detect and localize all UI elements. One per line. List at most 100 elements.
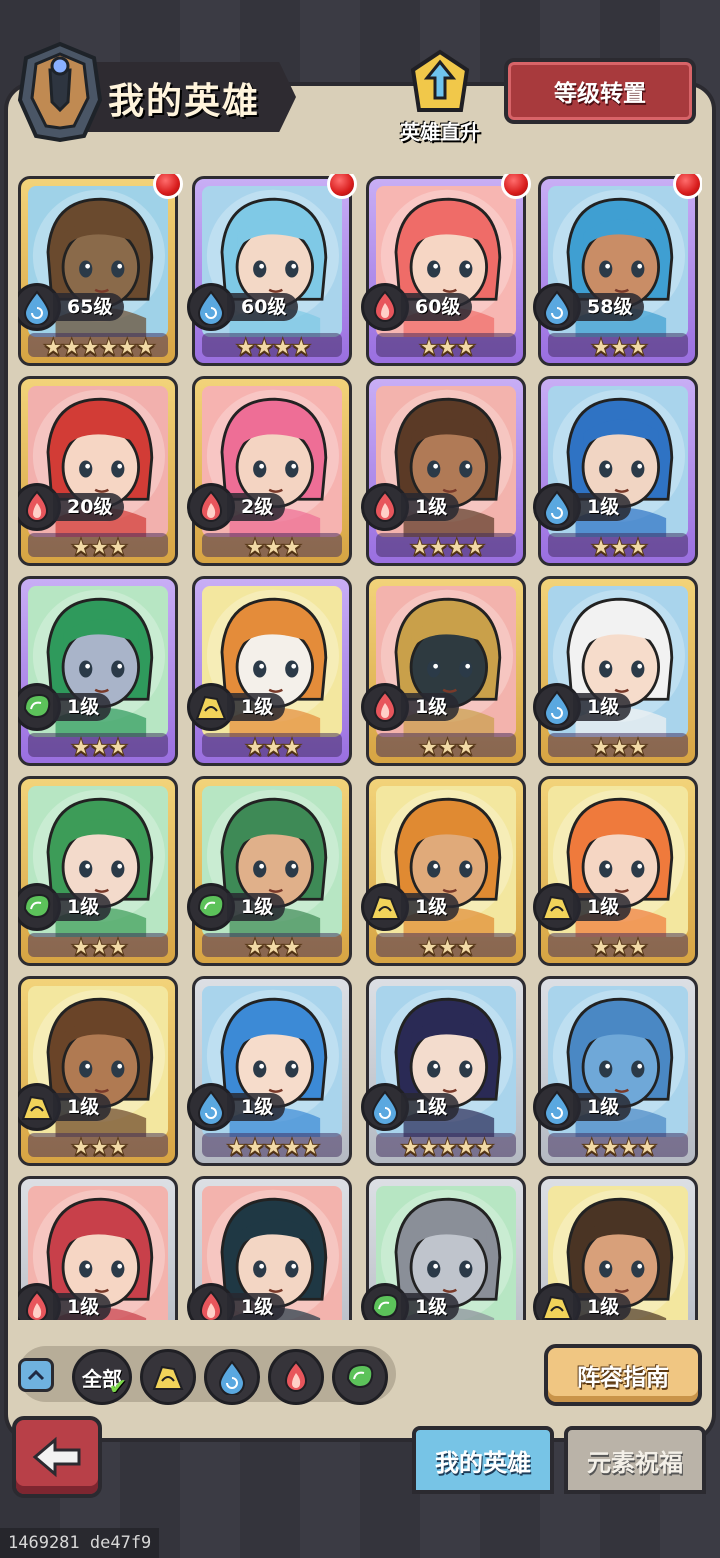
hero-stars: ★★★ — [244, 533, 304, 562]
hero-stars: ★★★ — [590, 533, 650, 562]
hero-stars: ★★★ — [70, 933, 130, 962]
hero-level: 1级 — [227, 693, 286, 721]
hero-level: 1级 — [227, 1093, 286, 1121]
earth-element-icon — [195, 695, 227, 720]
hero-stars: ★★★★ — [580, 1133, 658, 1162]
filter-earth-button[interactable] — [140, 1349, 196, 1405]
notification-dot — [327, 174, 357, 199]
water-element-icon — [197, 1090, 225, 1125]
hero-card[interactable]: 1级 ★★★★ — [533, 976, 698, 1166]
hero-card[interactable]: 1级 ★★★ — [533, 376, 698, 566]
water-element-icon — [23, 290, 51, 325]
build-id-label: 1469281 de47f9 — [0, 1528, 160, 1558]
hero-card[interactable]: 2级 ★★★ — [187, 376, 352, 566]
hero-level: 1级 — [573, 693, 632, 721]
hero-stars: ★★★ — [590, 933, 650, 962]
hero-card[interactable]: 58级 ★★★ — [533, 174, 702, 366]
notification-dot — [153, 174, 183, 199]
hero-card[interactable]: 1级 ★★★ — [533, 576, 698, 766]
water-element-icon — [371, 1090, 399, 1125]
nature-element-icon — [197, 893, 225, 919]
hero-grid: 65级 ★★★★★★ 60级 ★★★★ 60级 ★★★ 58级 ★★★ 20级 … — [18, 174, 702, 1320]
lineup-guide-button[interactable]: 阵容指南 — [544, 1344, 702, 1406]
earth-element-icon — [541, 895, 573, 920]
water-element-icon — [218, 1360, 246, 1395]
hero-level: 1级 — [53, 893, 112, 921]
fire-element-icon — [25, 490, 49, 522]
hero-card[interactable]: 1级 ★★★ — [18, 776, 178, 966]
helmet-icon — [17, 41, 103, 143]
hero-card[interactable]: 1级 — [533, 1176, 698, 1320]
hero-level: 1级 — [401, 693, 460, 721]
hero-stars: ★★★★★★ — [42, 333, 157, 362]
hero-level: 1级 — [53, 1093, 112, 1121]
water-element-icon — [543, 690, 571, 725]
hero-stars: ★★★ — [244, 733, 304, 762]
hero-card[interactable]: 1级 ★★★ — [533, 776, 698, 966]
filter-all-button[interactable]: 全部 ✔ — [72, 1349, 132, 1405]
hero-card[interactable]: 1级 — [187, 1176, 352, 1320]
back-button[interactable] — [12, 1416, 102, 1498]
hero-card[interactable]: 1级 ★★★ — [187, 576, 352, 766]
hero-direct-upgrade-button[interactable]: 英雄直升 — [392, 48, 488, 148]
hero-level: 2级 — [227, 493, 286, 521]
nature-element-icon — [23, 893, 51, 919]
hero-card[interactable]: 1级 ★★★★ — [361, 376, 526, 566]
hero-stars: ★★★★ — [234, 333, 312, 362]
hero-card[interactable]: 1级 ★★★ — [18, 976, 178, 1166]
nature-element-icon — [346, 1363, 374, 1389]
water-element-icon — [543, 290, 571, 325]
hero-level: 1级 — [401, 1093, 460, 1121]
filter-water-button[interactable] — [204, 1349, 260, 1405]
tab-element-blessing[interactable]: 元素祝福 — [564, 1426, 706, 1494]
hero-level: 20级 — [53, 493, 125, 521]
hero-card[interactable]: 65级 ★★★★★★ — [18, 174, 183, 366]
hero-level: 1级 — [227, 893, 286, 921]
fire-element-icon — [199, 490, 223, 522]
filter-fire-button[interactable] — [268, 1349, 324, 1405]
collapse-filter-button[interactable] — [18, 1358, 54, 1392]
hero-card[interactable]: 1级 — [361, 1176, 526, 1320]
notification-dot — [673, 174, 702, 199]
hero-card[interactable]: 1级 ★★★ — [187, 776, 352, 966]
level-reset-button[interactable]: 等级转置 — [504, 58, 696, 124]
hero-card[interactable]: 1级 ★★★ — [361, 576, 526, 766]
fire-element-icon — [199, 1290, 223, 1320]
direct-upgrade-label: 英雄直升 — [400, 120, 480, 144]
hero-level: 1级 — [573, 1293, 632, 1320]
earth-element-icon — [152, 1365, 184, 1390]
hero-stars: ★★★★★ — [399, 1133, 496, 1162]
hero-level: 60级 — [401, 293, 473, 321]
hero-level: 1级 — [401, 493, 460, 521]
hero-card[interactable]: 60级 ★★★★ — [187, 174, 357, 366]
hero-card[interactable]: 1级 ★★★ — [361, 776, 526, 966]
chevron-up-icon — [27, 1369, 45, 1381]
filter-nature-button[interactable] — [332, 1349, 388, 1405]
fire-element-icon — [284, 1360, 308, 1392]
hero-card[interactable]: 1级 ★★★ — [18, 576, 178, 766]
hero-level: 60级 — [227, 293, 299, 321]
hero-stars: ★★★ — [418, 333, 478, 362]
checkmark-icon: ✔ — [108, 1375, 127, 1400]
hero-card[interactable]: 60级 ★★★ — [361, 174, 531, 366]
hero-level: 58级 — [573, 293, 645, 321]
nature-element-icon — [371, 1293, 399, 1319]
hero-level: 1级 — [401, 1293, 460, 1320]
hero-stars: ★★★ — [418, 733, 478, 762]
hero-level: 1级 — [53, 693, 112, 721]
hero-card[interactable]: 20级 ★★★ — [18, 376, 178, 566]
hero-stars: ★★★ — [70, 1133, 130, 1162]
notification-dot — [501, 174, 531, 199]
fire-element-icon — [373, 690, 397, 722]
hero-card[interactable]: 1级 ★★★★★ — [361, 976, 526, 1166]
hero-stars: ★★★ — [418, 933, 478, 962]
fire-element-icon — [25, 1290, 49, 1320]
earth-element-icon — [21, 1095, 53, 1120]
hero-card[interactable]: 1级 ★★★★★ — [187, 976, 352, 1166]
hero-level: 1级 — [401, 893, 460, 921]
tab-my-heroes[interactable]: 我的英雄 — [412, 1426, 554, 1494]
hero-stars: ★★★ — [244, 933, 304, 962]
hero-level: 65级 — [53, 293, 125, 321]
page-title: 我的英雄 — [108, 81, 261, 122]
hero-card[interactable]: 1级 — [18, 1176, 178, 1320]
